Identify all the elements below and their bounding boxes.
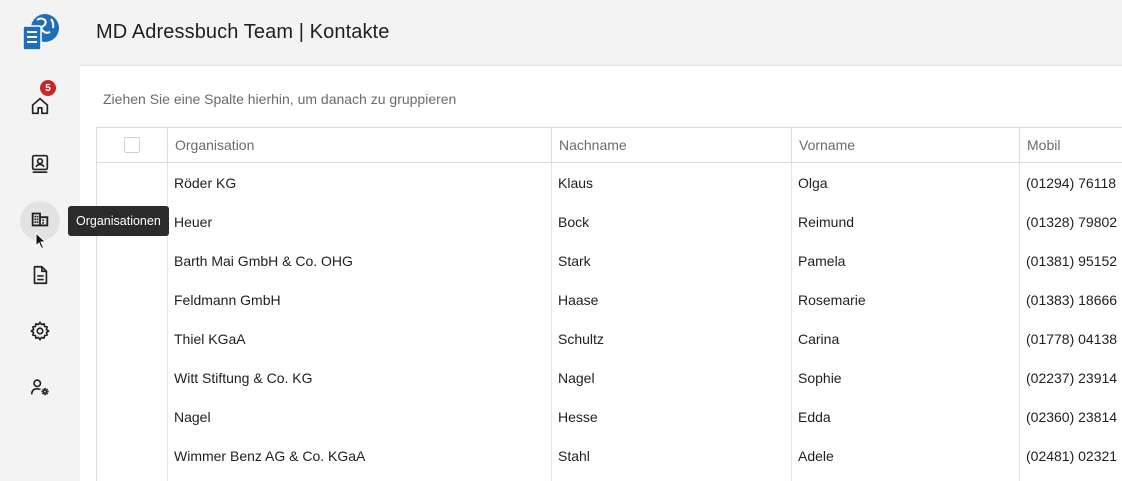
cell-nachname: Stark	[558, 252, 591, 269]
cell-mobil: (01328) 79802	[1026, 213, 1118, 230]
document-icon	[29, 264, 51, 291]
grid-header: Organisation Nachname Vorname Mobil	[97, 128, 1122, 163]
cell-organisation: Wimmer Benz AG & Co. KGaA	[174, 447, 366, 464]
page-title: MD Adressbuch Team | Kontakte	[96, 21, 390, 43]
contact-card-icon	[29, 152, 51, 179]
cell-nachname: Haase	[558, 291, 599, 308]
table-row[interactable]: Heuer Bock Reimund (01328) 79802	[97, 202, 1122, 241]
column-header-mobil[interactable]: Mobil	[1019, 128, 1122, 162]
sidebar-item-home[interactable]: 5	[20, 80, 60, 128]
main-content: Ziehen Sie eine Spalte hierhin, um danac…	[80, 66, 1122, 481]
select-all-checkbox[interactable]	[124, 137, 140, 153]
cell-mobil: (01381) 95152	[1026, 252, 1118, 269]
sidebar-item-user-settings[interactable]	[20, 369, 60, 409]
cell-vorname: Edda	[798, 408, 831, 425]
cell-vorname: Carina	[798, 330, 840, 347]
sidebar-item-contacts[interactable]	[20, 145, 60, 185]
cell-mobil: (01383) 18666	[1026, 291, 1118, 308]
user-gear-icon	[29, 376, 51, 403]
cell-organisation: Heuer	[174, 213, 213, 230]
table-row[interactable]: Witt Stiftung & Co. KG Nagel Sophie (02237)…	[97, 358, 1122, 397]
page-header: MD Adressbuch Team | Kontakte	[80, 0, 1122, 66]
cell-nachname: Klaus	[558, 174, 594, 191]
sidebar-item-documents[interactable]	[20, 257, 60, 297]
group-panel[interactable]: Ziehen Sie eine Spalte hierhin, um danac…	[103, 91, 456, 107]
cell-nachname: Schultz	[558, 330, 604, 347]
cell-vorname: Sophie	[798, 369, 842, 386]
contacts-grid: Organisation Nachname Vorname Mobil Röde…	[96, 127, 1122, 481]
cell-nachname: Bock	[558, 213, 590, 230]
notification-badge: 5	[40, 80, 56, 96]
column-header-nachname[interactable]: Nachname	[551, 128, 791, 162]
table-row[interactable]: Thiel KGaA Schultz Carina (01778) 04138	[97, 319, 1122, 358]
cell-vorname: Olga	[798, 174, 828, 191]
cell-nachname: Nagel	[558, 369, 595, 386]
cell-mobil: (02481) 02321	[1026, 447, 1118, 464]
cell-nachname: Stahl	[558, 447, 590, 464]
cell-organisation: Feldmann GmbH	[174, 291, 281, 308]
mouse-pointer-icon	[35, 231, 47, 250]
table-row[interactable]: Nagel Hesse Edda (02360) 23814	[97, 397, 1122, 436]
tooltip-organisations: Organisationen	[68, 206, 169, 236]
select-all-cell	[97, 128, 167, 162]
cell-vorname: Rosemarie	[798, 291, 866, 308]
sidebar-item-settings[interactable]	[20, 313, 60, 353]
cell-mobil: (02360) 23814	[1026, 408, 1118, 425]
cell-organisation: Thiel KGaA	[174, 330, 246, 347]
gear-icon	[29, 320, 51, 347]
table-row[interactable]: Feldmann GmbH Haase Rosemarie (01383) 18666	[97, 280, 1122, 319]
table-row[interactable]: Röder KG Klaus Olga (01294) 76118	[97, 163, 1122, 202]
cell-mobil: (01778) 04138	[1026, 330, 1118, 347]
column-header-vorname[interactable]: Vorname	[791, 128, 1019, 162]
cell-mobil: (01294) 76118	[1026, 174, 1117, 191]
table-row[interactable]: Wimmer Benz AG & Co. KGaA Stahl Adele (0248…	[97, 436, 1122, 475]
cell-vorname: Reimund	[798, 213, 855, 230]
cell-organisation: Nagel	[174, 408, 211, 425]
cell-vorname: Pamela	[798, 252, 846, 269]
cell-organisation: Witt Stiftung & Co. KG	[174, 369, 313, 386]
cell-nachname: Hesse	[558, 408, 598, 425]
cell-mobil: (02237) 23914	[1026, 369, 1118, 386]
cell-organisation: Röder KG	[174, 174, 237, 191]
app-logo-icon[interactable]	[20, 12, 60, 52]
home-icon	[29, 95, 51, 122]
column-header-organisation[interactable]: Organisation	[167, 128, 551, 162]
building-icon	[29, 208, 51, 235]
cell-organisation: Barth Mai GmbH & Co. OHG	[174, 252, 353, 269]
table-row[interactable]: Barth Mai GmbH & Co. OHG Stark Pamela (0138…	[97, 241, 1122, 280]
cell-vorname: Adele	[798, 447, 834, 464]
